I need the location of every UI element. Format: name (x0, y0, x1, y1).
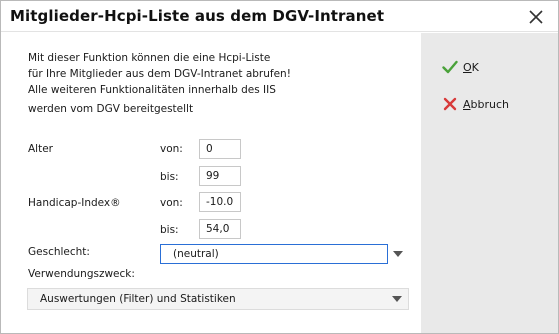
dialog-window: Mitglieder-Hcpi-Liste aus dem DGV-Intran… (0, 0, 559, 334)
chevron-down-icon (393, 251, 403, 257)
window-title: Mitglieder-Hcpi-Liste aus dem DGV-Intran… (10, 7, 385, 25)
cancel-x-icon (441, 95, 459, 113)
ok-label: OK (463, 60, 479, 74)
alter-label: Alter (28, 143, 53, 155)
hcp-bis-input[interactable]: 54,0 (199, 219, 241, 239)
description-line-1: Mit dieser Funktion können die eine Hcpi… (28, 52, 271, 64)
zweck-dropdown-arrow[interactable] (386, 296, 408, 302)
checkmark-icon (441, 58, 459, 76)
geschlecht-label: Geschlecht: (28, 246, 90, 258)
close-icon (529, 9, 543, 24)
hcp-bis-label: bis: (160, 224, 179, 236)
description-line-3: Alle weiteren Funktionalitäten innerhalb… (28, 84, 276, 96)
geschlecht-dropdown-arrow[interactable] (388, 244, 408, 264)
button-panel (421, 33, 558, 333)
abbruch-label: Abbruch (463, 97, 510, 111)
zweck-label: Verwendungszweck: (28, 268, 135, 280)
zweck-value: Auswertungen (Filter) und Statistiken (40, 293, 236, 305)
zweck-select[interactable]: Auswertungen (Filter) und Statistiken (27, 288, 409, 310)
form-panel: Mit dieser Funktion können die eine Hcpi… (1, 33, 421, 333)
abbruch-button[interactable]: Abbruch (441, 95, 509, 113)
handicap-label: Handicap-Index® (28, 197, 121, 209)
alter-von-label: von: (160, 143, 183, 155)
geschlecht-select[interactable]: (neutral) (160, 244, 408, 264)
ok-button[interactable]: OK (441, 58, 479, 76)
chevron-down-icon (392, 296, 402, 302)
alter-von-input[interactable]: 0 (199, 139, 241, 159)
alter-bis-label: bis: (160, 171, 179, 183)
title-bar: Mitglieder-Hcpi-Liste aus dem DGV-Intran… (1, 1, 558, 32)
close-button[interactable] (514, 1, 558, 32)
geschlecht-value: (neutral) (160, 244, 388, 264)
description-line-2: für Ihre Mitglieder aus dem DGV-Intranet… (28, 68, 291, 80)
alter-bis-input[interactable]: 99 (199, 166, 241, 186)
hcp-von-label: von: (160, 197, 183, 209)
description-line-4: werden vom DGV bereitgestellt (28, 103, 194, 115)
hcp-von-input[interactable]: -10.0 (199, 192, 241, 212)
